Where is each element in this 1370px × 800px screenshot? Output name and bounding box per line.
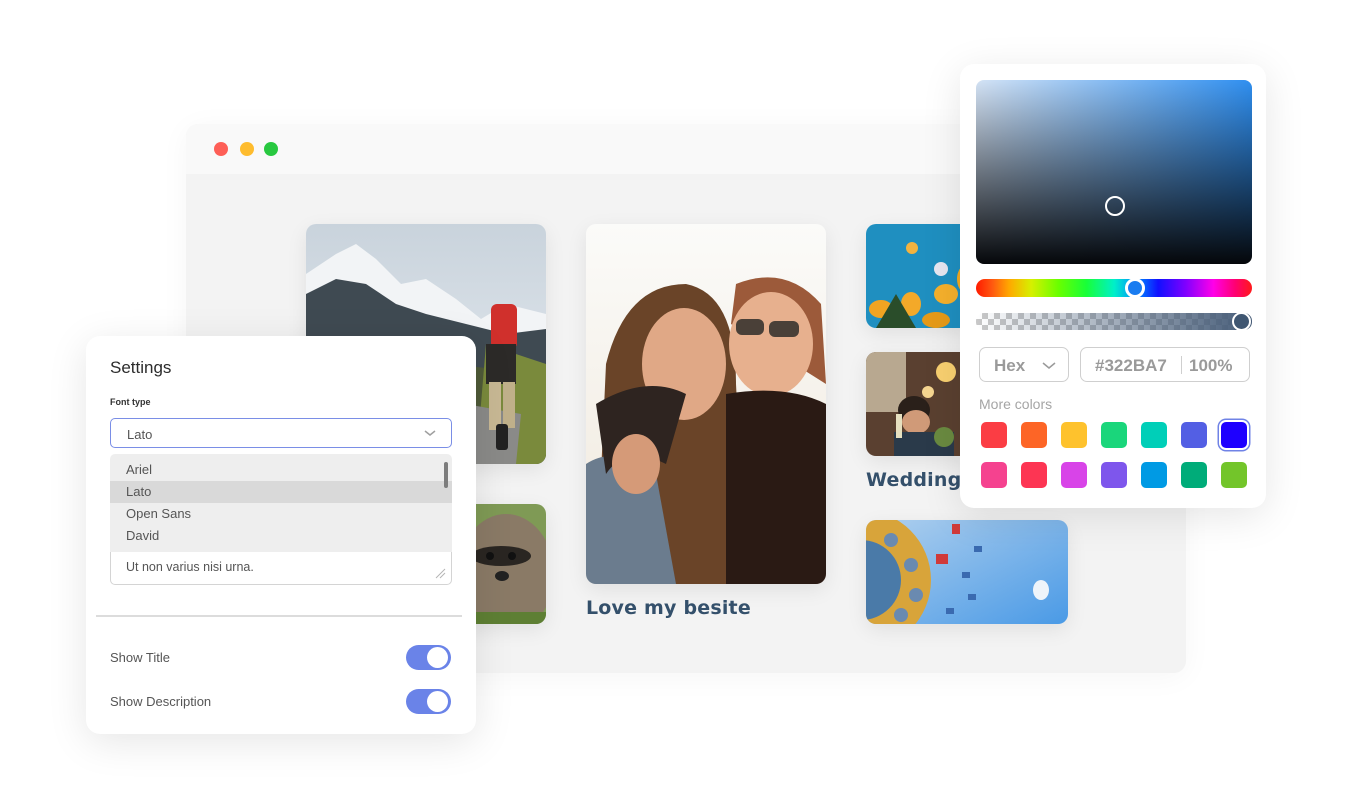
font-option-open-sans[interactable]: Open Sans bbox=[110, 503, 452, 525]
show-title-toggle[interactable] bbox=[406, 645, 451, 670]
color-swatch[interactable] bbox=[1141, 462, 1167, 488]
color-swatch[interactable] bbox=[1101, 462, 1127, 488]
color-swatch[interactable] bbox=[981, 462, 1007, 488]
dropdown-scrollbar[interactable] bbox=[444, 462, 448, 488]
font-option-david[interactable]: David bbox=[110, 525, 452, 547]
minimize-window-button[interactable] bbox=[240, 142, 254, 156]
alpha-gradient bbox=[976, 313, 1252, 330]
color-swatch[interactable] bbox=[1101, 422, 1127, 448]
show-description-toggle[interactable] bbox=[406, 689, 451, 714]
font-type-select[interactable]: Lato bbox=[110, 418, 452, 448]
more-colors-label: More colors bbox=[979, 396, 1053, 412]
color-swatch[interactable] bbox=[1141, 422, 1167, 448]
chevron-down-icon bbox=[424, 430, 436, 436]
hex-input[interactable]: #322BA7 100% bbox=[1080, 347, 1250, 382]
hue-slider-handle[interactable] bbox=[1125, 278, 1145, 298]
font-option-lato[interactable]: Lato bbox=[110, 481, 452, 503]
close-window-button[interactable] bbox=[214, 142, 228, 156]
hex-value: #322BA7 bbox=[1095, 356, 1167, 375]
color-swatch[interactable] bbox=[1061, 422, 1087, 448]
color-swatch[interactable] bbox=[1181, 422, 1207, 448]
show-title-label: Show Title bbox=[110, 650, 170, 665]
friends-image bbox=[586, 224, 826, 584]
description-textarea[interactable]: Ut non varius nisi urna. bbox=[110, 552, 452, 585]
settings-panel: Settings Font type Lato Ariel Lato Open … bbox=[86, 336, 476, 734]
color-format-value: Hex bbox=[994, 356, 1026, 375]
color-swatch[interactable] bbox=[1061, 462, 1087, 488]
alpha-slider-handle[interactable] bbox=[1232, 312, 1251, 331]
caption-wedding: Wedding bbox=[866, 469, 962, 491]
color-swatch[interactable] bbox=[1221, 422, 1247, 448]
color-cursor[interactable] bbox=[1105, 196, 1125, 216]
description-value: Ut non varius nisi urna. bbox=[126, 560, 254, 574]
settings-title: Settings bbox=[110, 358, 172, 377]
font-type-label: Font type bbox=[110, 397, 151, 407]
field-separator bbox=[1181, 356, 1182, 374]
caption-friends: Love my besite bbox=[586, 597, 751, 619]
font-type-dropdown: Ariel Lato Open Sans David bbox=[110, 454, 452, 552]
maximize-window-button[interactable] bbox=[264, 142, 278, 156]
alpha-slider[interactable] bbox=[976, 313, 1252, 330]
color-swatch[interactable] bbox=[1021, 462, 1047, 488]
toggle-knob bbox=[427, 691, 448, 712]
photo-friends[interactable] bbox=[586, 224, 826, 584]
hue-slider[interactable] bbox=[976, 278, 1252, 298]
show-description-label: Show Description bbox=[110, 694, 212, 709]
font-type-select-value: Lato bbox=[127, 427, 153, 442]
toggle-knob bbox=[427, 647, 448, 668]
color-swatch[interactable] bbox=[1181, 462, 1207, 488]
font-option-ariel[interactable]: Ariel bbox=[110, 459, 452, 481]
chevron-down-icon bbox=[1042, 362, 1056, 369]
color-picker-panel: Hex #322BA7 100% More colors bbox=[960, 64, 1266, 508]
photo-swing-ride[interactable] bbox=[866, 520, 1068, 624]
settings-divider bbox=[96, 615, 462, 617]
alpha-value: 100% bbox=[1189, 356, 1233, 375]
color-swatch[interactable] bbox=[1221, 462, 1247, 488]
swing-ride-image bbox=[866, 520, 1068, 624]
resize-handle-icon[interactable] bbox=[434, 567, 446, 579]
saturation-value-area[interactable] bbox=[976, 80, 1252, 264]
color-swatch[interactable] bbox=[1021, 422, 1047, 448]
color-format-select[interactable]: Hex bbox=[979, 347, 1069, 382]
color-swatch[interactable] bbox=[981, 422, 1007, 448]
